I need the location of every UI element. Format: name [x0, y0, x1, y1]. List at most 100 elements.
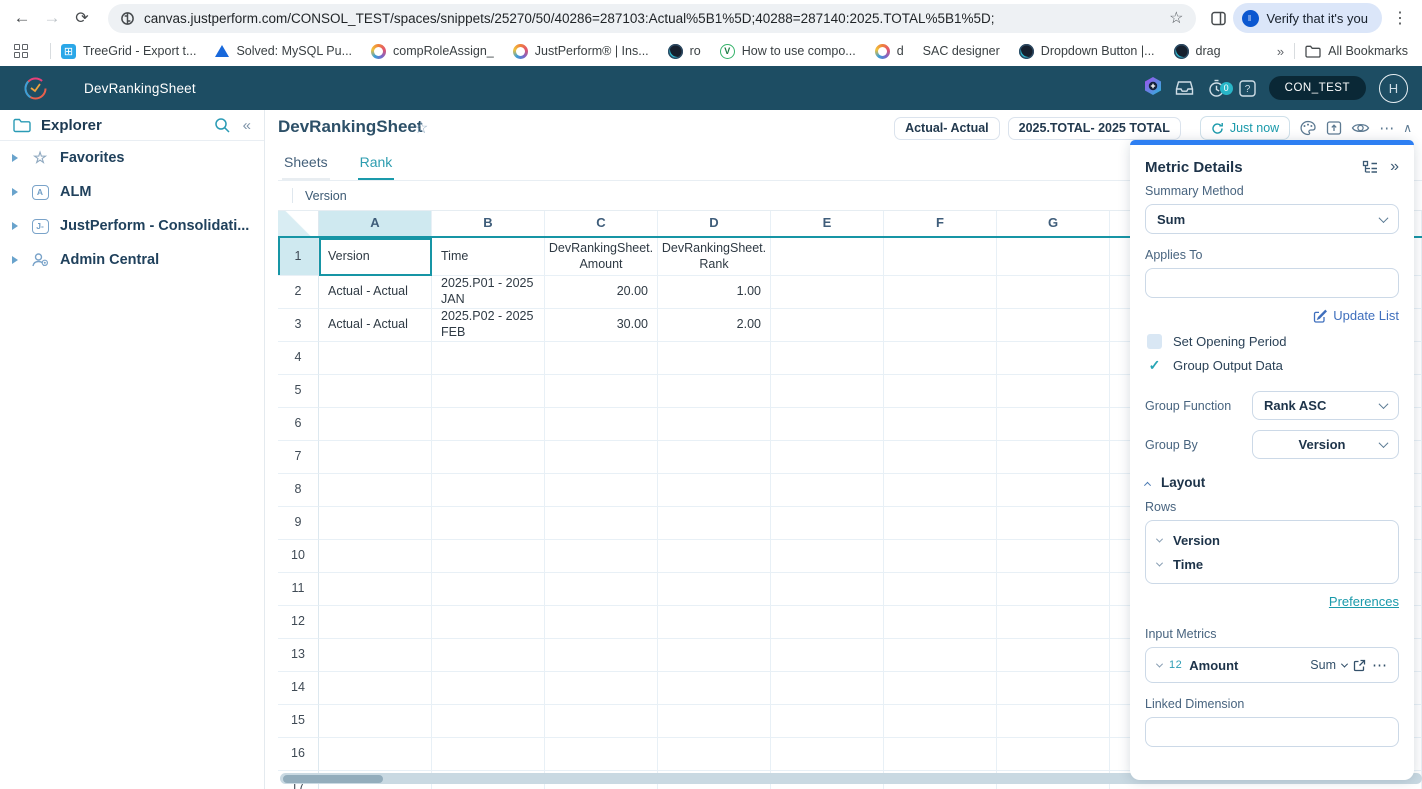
export-icon[interactable]	[1326, 120, 1342, 136]
cell-G9[interactable]	[997, 507, 1110, 540]
cell-G13[interactable]	[997, 639, 1110, 672]
cell-G14[interactable]	[997, 672, 1110, 705]
cell-E8[interactable]	[771, 474, 884, 507]
cell-C7[interactable]	[545, 441, 658, 474]
cell-G12[interactable]	[997, 606, 1110, 639]
inbox-tray-icon[interactable]	[1175, 80, 1194, 96]
bookmark-item[interactable]: compRoleAssign_	[371, 44, 494, 59]
cell-B11[interactable]	[432, 573, 545, 606]
cell-E5[interactable]	[771, 375, 884, 408]
cell-B12[interactable]	[432, 606, 545, 639]
row-header-10[interactable]: 10	[278, 540, 319, 573]
expand-caret-icon[interactable]	[12, 188, 18, 196]
cell-C15[interactable]	[545, 705, 658, 738]
column-header-D[interactable]: D	[658, 211, 771, 236]
cell-B14[interactable]	[432, 672, 545, 705]
checkbox-group-output-data[interactable]: Group Output Data	[1145, 353, 1399, 377]
cell-G7[interactable]	[997, 441, 1110, 474]
update-list-link[interactable]: Update List	[1145, 308, 1399, 323]
cell-E1[interactable]	[771, 238, 884, 276]
row-header-12[interactable]: 12	[278, 606, 319, 639]
cell-B6[interactable]	[432, 408, 545, 441]
cell-C13[interactable]	[545, 639, 658, 672]
cell-C11[interactable]	[545, 573, 658, 606]
cell-A16[interactable]	[319, 738, 432, 771]
cell-A13[interactable]	[319, 639, 432, 672]
cell-A1[interactable]: Version	[319, 238, 432, 276]
outline-tree-icon[interactable]	[1362, 160, 1378, 174]
row-header-11[interactable]: 11	[278, 573, 319, 606]
cell-B7[interactable]	[432, 441, 545, 474]
column-header-A[interactable]: A	[319, 211, 432, 236]
cell-A6[interactable]	[319, 408, 432, 441]
timer-icon[interactable]: 0	[1207, 79, 1226, 98]
cell-B16[interactable]	[432, 738, 545, 771]
row-header-4[interactable]: 4	[278, 342, 319, 375]
sidebar-item-alm[interactable]: AALM	[0, 175, 264, 209]
cell-D6[interactable]	[658, 408, 771, 441]
all-bookmarks-label[interactable]: All Bookmarks	[1328, 44, 1408, 58]
cell-E3[interactable]	[771, 309, 884, 342]
cell-B2[interactable]: 2025.P01 - 2025 JAN	[432, 276, 545, 309]
cell-F6[interactable]	[884, 408, 997, 441]
cell-E9[interactable]	[771, 507, 884, 540]
cell-C1[interactable]: DevRankingSheet. Amount	[545, 238, 658, 276]
cell-E14[interactable]	[771, 672, 884, 705]
metric-more-icon[interactable]	[1372, 656, 1387, 674]
favorite-star-icon[interactable]	[414, 118, 428, 138]
bookmark-item[interactable]: drag	[1174, 44, 1221, 59]
cell-G1[interactable]	[997, 238, 1110, 276]
cell-E16[interactable]	[771, 738, 884, 771]
cell-B3[interactable]: 2025.P02 - 2025 FEB	[432, 309, 545, 342]
cell-A12[interactable]	[319, 606, 432, 639]
cell-D9[interactable]	[658, 507, 771, 540]
cell-D7[interactable]	[658, 441, 771, 474]
forward-button[interactable]	[40, 8, 64, 28]
bookmark-item[interactable]: Solved: MySQL Pu...	[215, 44, 352, 58]
cell-D16[interactable]	[658, 738, 771, 771]
row-header-1[interactable]: 1	[278, 238, 319, 276]
row-header-16[interactable]: 16	[278, 738, 319, 771]
cell-A9[interactable]	[319, 507, 432, 540]
collapse-panel-icon[interactable]	[1390, 158, 1399, 176]
side-panel-icon[interactable]	[1210, 10, 1227, 27]
cell-F3[interactable]	[884, 309, 997, 342]
row-header-9[interactable]: 9	[278, 507, 319, 540]
cell-D14[interactable]	[658, 672, 771, 705]
cell-G10[interactable]	[997, 540, 1110, 573]
cell-F9[interactable]	[884, 507, 997, 540]
cell-B10[interactable]	[432, 540, 545, 573]
cell-C10[interactable]	[545, 540, 658, 573]
cell-E10[interactable]	[771, 540, 884, 573]
cell-A7[interactable]	[319, 441, 432, 474]
more-icon[interactable]	[1379, 119, 1394, 137]
bookmark-item[interactable]: d	[875, 44, 904, 59]
cell-C5[interactable]	[545, 375, 658, 408]
cell-G4[interactable]	[997, 342, 1110, 375]
cell-G16[interactable]	[997, 738, 1110, 771]
cell-A3[interactable]: Actual - Actual	[319, 309, 432, 342]
summary-method-select[interactable]: Sum	[1145, 204, 1399, 234]
cell-E4[interactable]	[771, 342, 884, 375]
reload-button[interactable]	[70, 8, 94, 28]
column-header-F[interactable]: F	[884, 211, 997, 236]
cell-A14[interactable]	[319, 672, 432, 705]
apps-grid-icon[interactable]	[14, 44, 28, 58]
cell-G2[interactable]	[997, 276, 1110, 309]
bookmark-item[interactable]: TreeGrid - Export t...	[61, 44, 196, 59]
bookmark-item[interactable]: ro	[668, 44, 701, 59]
cell-A8[interactable]	[319, 474, 432, 507]
cell-A10[interactable]	[319, 540, 432, 573]
palette-icon[interactable]	[1299, 120, 1317, 136]
column-header-C[interactable]: C	[545, 211, 658, 236]
layout-section-header[interactable]: Layout	[1145, 475, 1399, 490]
cell-C16[interactable]	[545, 738, 658, 771]
tab-sheets[interactable]: Sheets	[282, 154, 330, 180]
cell-G5[interactable]	[997, 375, 1110, 408]
sidebar-item-admin-central[interactable]: Admin Central	[0, 243, 264, 277]
row-header-7[interactable]: 7	[278, 441, 319, 474]
cell-F16[interactable]	[884, 738, 997, 771]
group-function-select[interactable]: Rank ASC	[1252, 391, 1399, 420]
bookmark-star-icon[interactable]	[1169, 8, 1183, 28]
row-header-13[interactable]: 13	[278, 639, 319, 672]
